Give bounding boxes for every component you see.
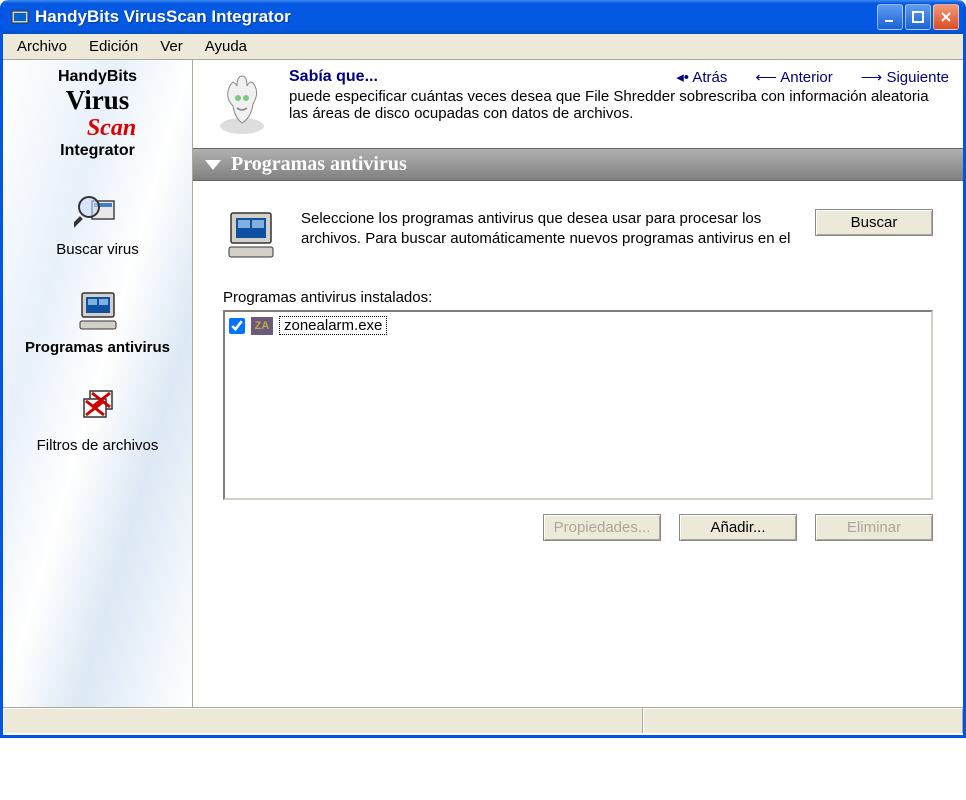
nav-label: Filtros de archivos xyxy=(15,437,180,455)
tip-body: puede especificar cuántas veces desea qu… xyxy=(289,88,949,122)
nav-filtros-archivos[interactable]: Filtros de archivos xyxy=(15,385,180,455)
magnifier-icon xyxy=(74,189,122,237)
section-body: Seleccione los programas antivirus que d… xyxy=(193,181,963,559)
menu-archivo[interactable]: Archivo xyxy=(7,36,77,57)
content-area: HandyBits Virus Scan Integrator Buscar v… xyxy=(3,60,963,707)
tip-back-button[interactable]: ◂• Atrás xyxy=(676,68,727,86)
action-buttons: Propiedades... Añadir... Eliminar xyxy=(223,514,933,541)
properties-button[interactable]: Propiedades... xyxy=(543,514,661,541)
tip-text: Sabía que... ◂• Atrás ⟵ Anterior ⟶ Sigui… xyxy=(289,68,949,122)
nav-label: Buscar virus xyxy=(15,241,180,259)
tip-next-button[interactable]: ⟶ Siguiente xyxy=(861,68,949,86)
maximize-button[interactable] xyxy=(905,4,931,30)
titlebar: HandyBits VirusScan Integrator xyxy=(3,0,963,34)
close-button[interactable] xyxy=(933,4,959,30)
list-label: Programas antivirus instalados: xyxy=(223,289,933,306)
tip-nav: ◂• Atrás ⟵ Anterior ⟶ Siguiente xyxy=(676,68,949,86)
sidebar: HandyBits Virus Scan Integrator Buscar v… xyxy=(3,60,193,707)
window-title: HandyBits VirusScan Integrator xyxy=(35,7,877,27)
tip-prev-button[interactable]: ⟵ Anterior xyxy=(755,68,832,86)
app-window: HandyBits VirusScan Integrator Archivo E… xyxy=(0,0,966,738)
intro-row: Seleccione los programas antivirus que d… xyxy=(223,209,933,261)
app-logo: HandyBits Virus Scan Integrator xyxy=(7,68,188,159)
menu-ayuda[interactable]: Ayuda xyxy=(195,36,257,57)
computer-icon xyxy=(74,287,122,335)
program-checkbox[interactable] xyxy=(229,318,245,334)
nav-buscar-virus[interactable]: Buscar virus xyxy=(15,189,180,259)
menu-edicion[interactable]: Edición xyxy=(79,36,148,57)
minimize-button[interactable] xyxy=(877,4,903,30)
intro-text: Seleccione los programas antivirus que d… xyxy=(301,209,795,250)
app-icon xyxy=(11,8,29,26)
chevron-down-icon xyxy=(205,160,221,170)
program-name[interactable]: zonealarm.exe xyxy=(279,316,387,335)
menu-ver[interactable]: Ver xyxy=(150,36,193,57)
main-panel: Sabía que... ◂• Atrás ⟵ Anterior ⟶ Sigui… xyxy=(193,60,963,707)
tip-title: Sabía que... xyxy=(289,68,378,86)
nav-label: Programas antivirus xyxy=(15,339,180,357)
nav-programas-antivirus[interactable]: Programas antivirus xyxy=(15,287,180,357)
section-header[interactable]: Programas antivirus xyxy=(193,148,963,181)
menubar: Archivo Edición Ver Ayuda xyxy=(3,34,963,60)
zonealarm-icon: ZA xyxy=(251,317,273,335)
program-row[interactable]: ZA zonealarm.exe xyxy=(229,316,927,335)
status-cell xyxy=(643,708,963,733)
remove-button[interactable]: Eliminar xyxy=(815,514,933,541)
status-cell xyxy=(3,708,643,733)
tip-panel: Sabía que... ◂• Atrás ⟵ Anterior ⟶ Sigui… xyxy=(193,60,963,148)
add-button[interactable]: Añadir... xyxy=(679,514,797,541)
window-controls xyxy=(877,4,959,30)
programs-listbox[interactable]: ZA zonealarm.exe xyxy=(223,310,933,500)
section-title: Programas antivirus xyxy=(231,153,407,176)
hand-wave-icon xyxy=(207,68,277,138)
filter-files-icon xyxy=(74,385,122,433)
statusbar xyxy=(3,707,963,733)
computer-icon xyxy=(223,209,281,261)
search-button[interactable]: Buscar xyxy=(815,209,933,236)
